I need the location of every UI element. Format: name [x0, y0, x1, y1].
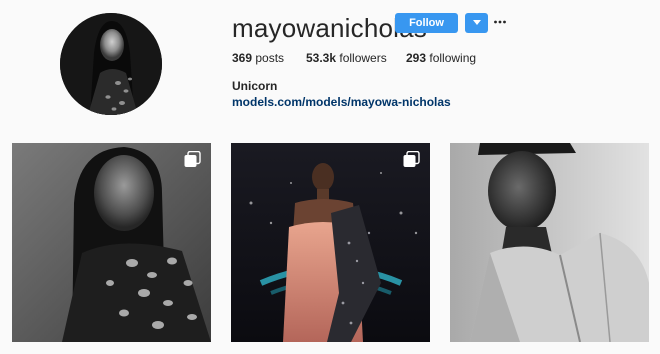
more-options-button[interactable]	[493, 15, 507, 29]
followers-count-label: followers	[339, 51, 387, 65]
suggestions-dropdown-button[interactable]	[465, 13, 488, 33]
post-photo	[450, 143, 649, 342]
followers-count[interactable]: 53.3k followers	[306, 50, 387, 66]
posts-count: 369 posts	[232, 50, 284, 66]
chevron-down-icon	[472, 20, 481, 25]
more-options-icon	[494, 20, 506, 24]
post-thumbnail[interactable]	[12, 143, 211, 342]
profile-avatar[interactable]	[60, 13, 162, 115]
post-photo	[12, 143, 211, 342]
follow-button[interactable]: Follow	[395, 13, 458, 33]
following-count-label: following	[429, 51, 477, 65]
post-photo	[231, 143, 430, 342]
posts-count-label: posts	[255, 51, 285, 65]
avatar-photo	[60, 13, 162, 115]
profile-full-name: Unicorn	[232, 79, 278, 93]
followers-count-value: 53.3k	[306, 51, 337, 65]
following-count-value: 293	[406, 51, 427, 65]
post-thumbnail[interactable]	[231, 143, 430, 342]
posts-count-value: 369	[232, 51, 253, 65]
profile-website-link[interactable]: models.com/models/mayowa-nicholas	[232, 95, 451, 109]
following-count[interactable]: 293 following	[406, 50, 476, 66]
multiple-photos-icon	[184, 151, 201, 167]
multiple-photos-icon	[403, 151, 420, 167]
post-thumbnail[interactable]	[450, 143, 649, 342]
